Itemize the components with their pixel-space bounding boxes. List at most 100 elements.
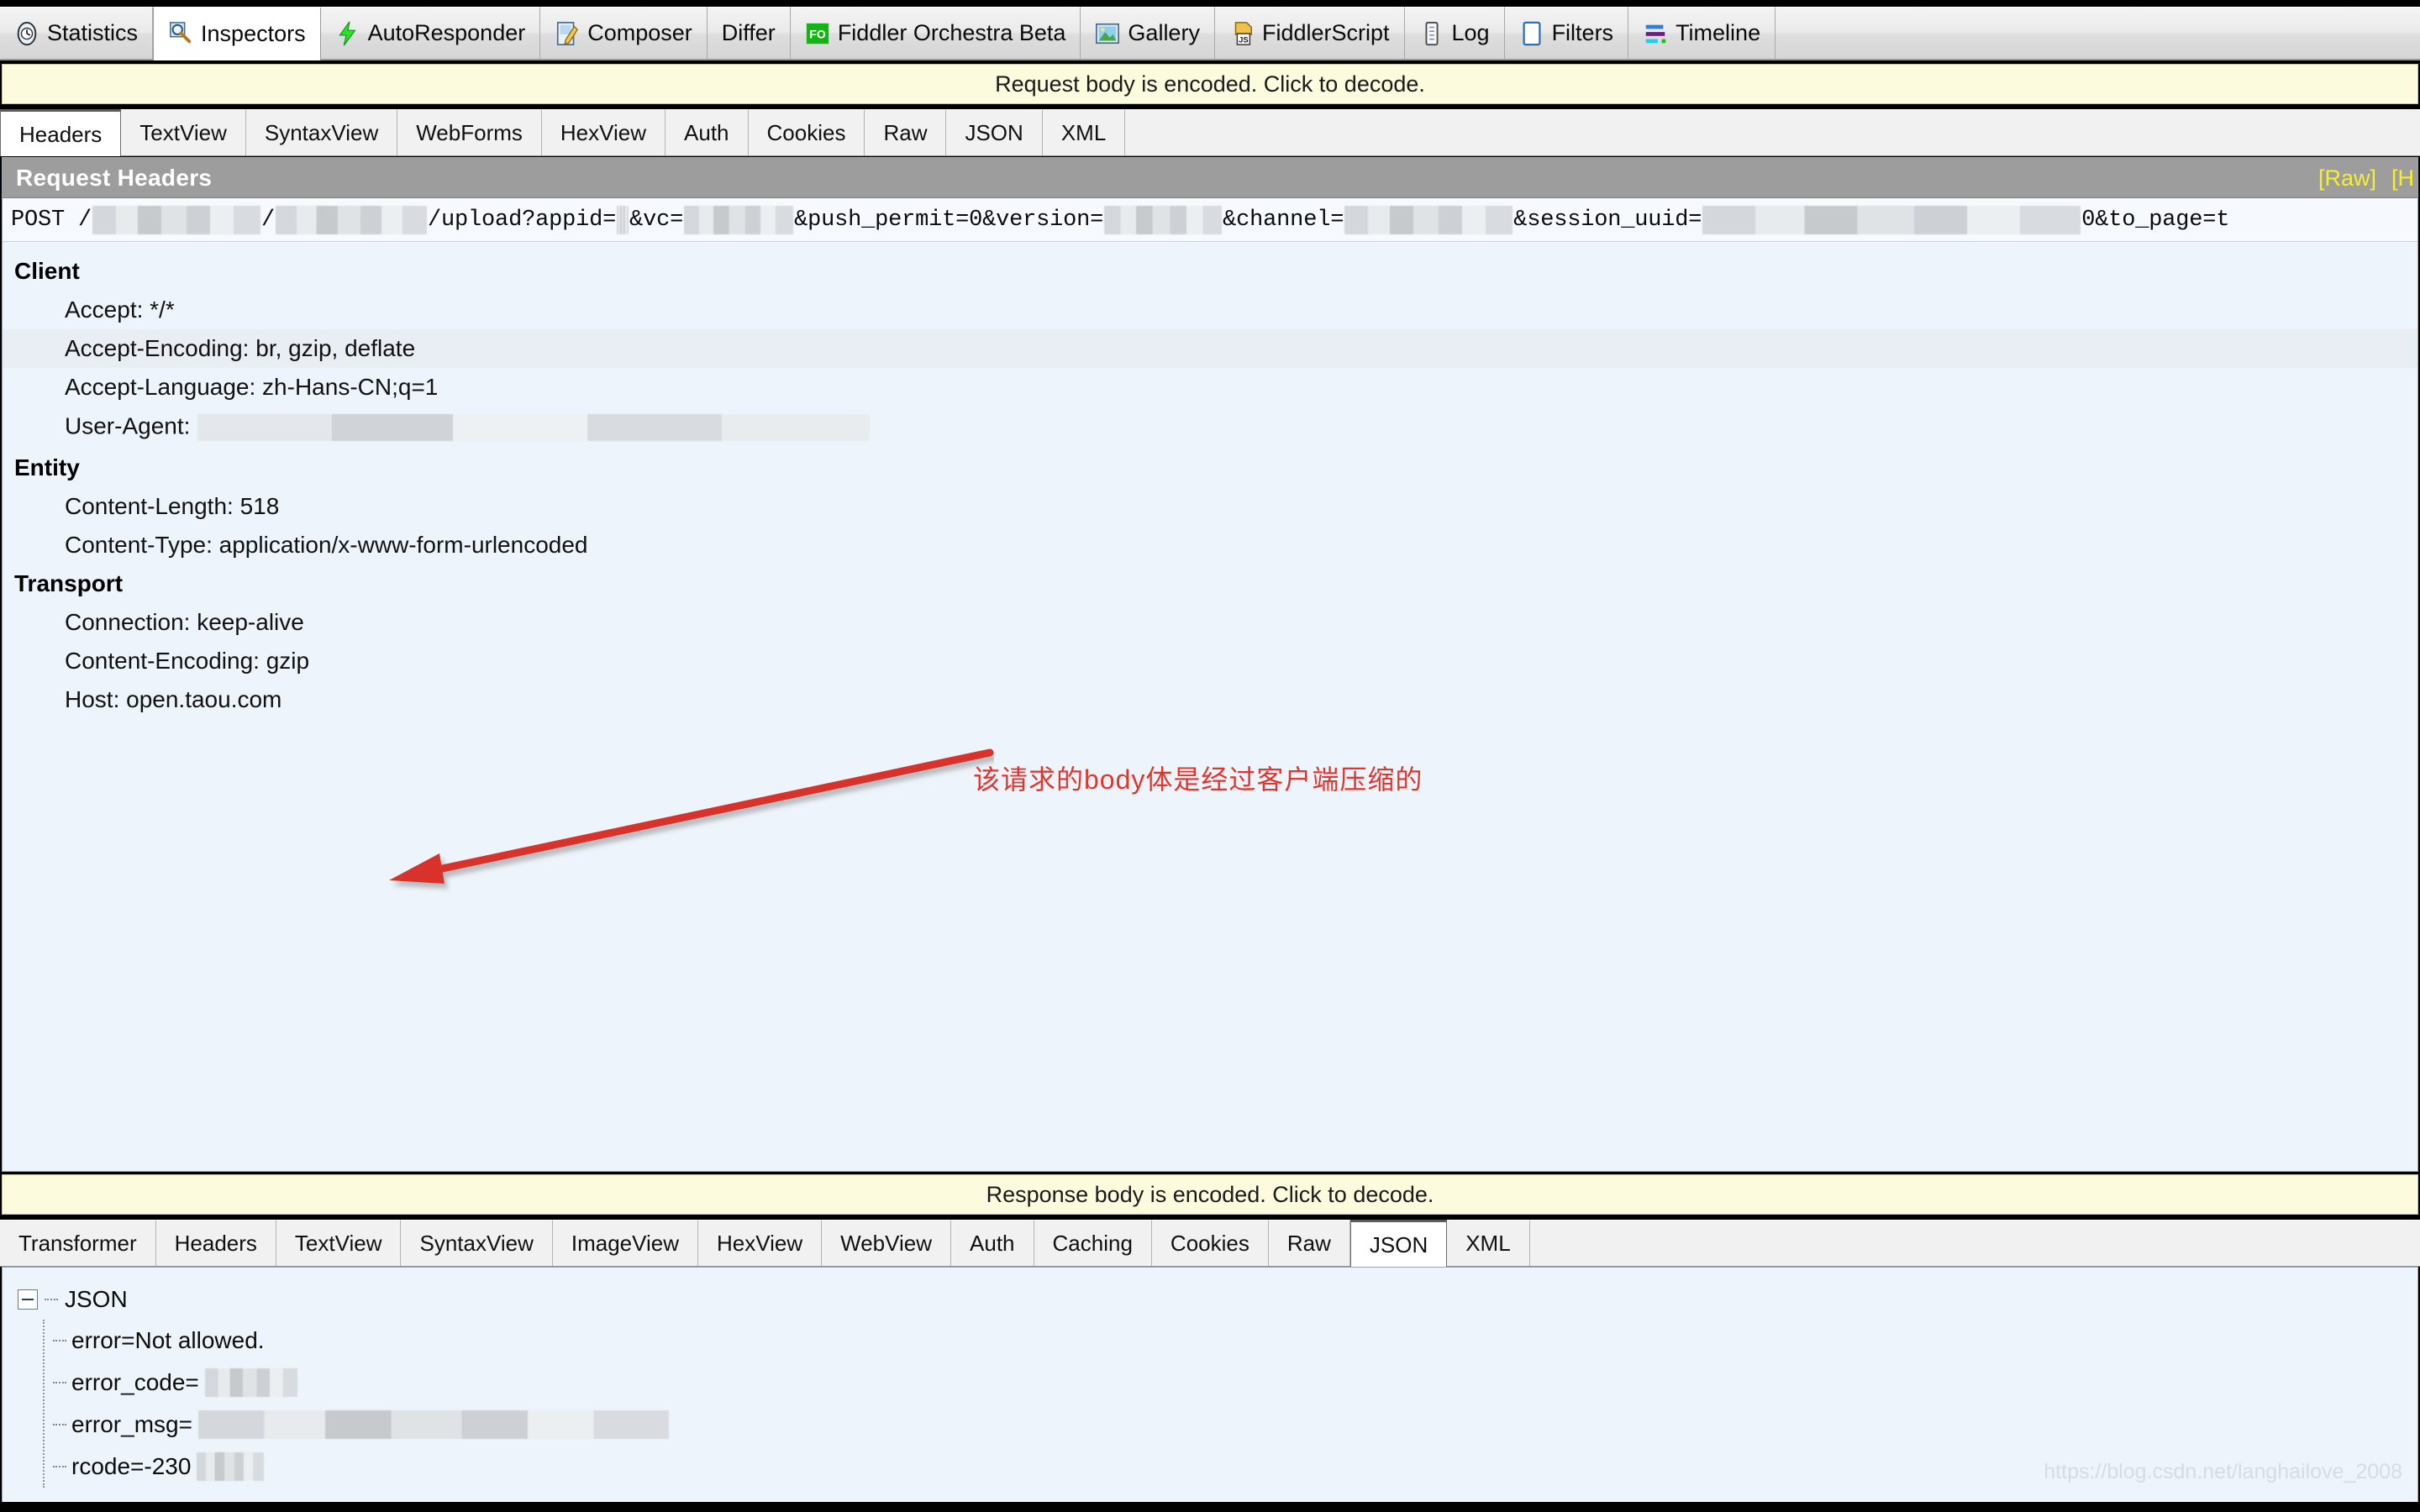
main-tab-label: Filters [1551, 20, 1614, 45]
main-tab-label: Fiddler Orchestra Beta [837, 20, 1066, 45]
request-tab-json[interactable]: JSON [946, 109, 1043, 155]
header-row-text: Connection: keep-alive [65, 609, 304, 635]
json-root-label: JSON [65, 1286, 128, 1312]
url-text-segment: POST / [11, 207, 92, 233]
main-tab-differ[interactable]: Differ [707, 7, 791, 59]
lightning-bolt-icon [338, 21, 356, 45]
response-tab-json[interactable]: JSON [1349, 1220, 1448, 1267]
header-row-text: Content-Type: application/x-www-form-url… [65, 532, 588, 558]
response-tab-textview[interactable]: TextView [276, 1220, 402, 1266]
main-tab-statistics[interactable]: Statistics [0, 7, 154, 59]
main-tab-fiddlerscript[interactable]: JS FiddlerScript [1214, 7, 1405, 59]
main-tab-label: Inspectors [201, 20, 306, 46]
response-tab-webview[interactable]: WebView [822, 1220, 952, 1266]
response-tab-transformer[interactable]: Transformer [0, 1220, 156, 1266]
header-row[interactable]: User-Agent: [3, 407, 2417, 449]
pencil-notepad-icon [557, 21, 579, 45]
main-tab-filters[interactable]: Filters [1504, 7, 1629, 59]
main-tab-label: Differ [721, 20, 776, 45]
request-encoded-notice[interactable]: Request body is encoded. Click to decode… [2, 64, 2418, 104]
header-row-text: Accept-Encoding: br, gzip, deflate [65, 335, 416, 361]
header-row-text: Host: open.taou.com [65, 686, 282, 712]
main-tab-label: Log [1451, 20, 1490, 45]
json-tree-node[interactable]: error_code= [45, 1362, 2417, 1404]
response-tab-caching[interactable]: Caching [1034, 1220, 1152, 1266]
request-tab-raw[interactable]: Raw [865, 109, 947, 155]
annotation-arrow-icon [389, 748, 994, 884]
main-tab-composer[interactable]: Composer [540, 7, 708, 59]
json-child-list: error=Not allowed. error_code= error_msg=r… [43, 1320, 2417, 1488]
collapse-expander-icon[interactable] [18, 1289, 38, 1310]
redacted-mask [276, 205, 428, 234]
request-tab-headers[interactable]: Headers [0, 109, 122, 156]
header-row-text: Content-Encoding: gzip [65, 648, 310, 674]
main-tab-autoresponder[interactable]: AutoResponder [320, 7, 541, 59]
response-tab-cookies[interactable]: Cookies [1151, 1220, 1269, 1266]
response-tab-hexview[interactable]: HexView [698, 1220, 823, 1266]
filter-page-icon [1523, 21, 1541, 45]
main-tab-label: Timeline [1676, 20, 1761, 45]
fiddler-window: Statistics Inspectors AutoResponder Compose… [0, 0, 2420, 1512]
header-group-title-transport: Transport [14, 570, 124, 596]
header-row[interactable]: Accept-Encoding: br, gzip, deflate [3, 329, 2417, 368]
header-row[interactable]: Accept: */* [3, 291, 2417, 329]
json-root-node[interactable]: JSON [18, 1279, 2417, 1320]
header-row-text: Accept-Language: zh-Hans-CN;q=1 [65, 374, 439, 400]
main-tab-label: Gallery [1128, 20, 1200, 45]
url-text-segment: 0&to_page=t [2081, 207, 2230, 233]
url-text-segment: / [261, 207, 276, 233]
headers-link-raw[interactable]: [Raw] [2318, 165, 2376, 192]
annotation-text: 该请求的body体是经过客户端压缩的 [973, 764, 1423, 795]
json-tree-node[interactable]: rcode=-230 [45, 1446, 2417, 1488]
request-tab-syntaxview[interactable]: SyntaxView [245, 109, 398, 155]
request-headers-list: Client Accept: */* Accept-Encoding: br, gz… [3, 242, 2417, 719]
header-row[interactable]: Connection: keep-alive [3, 603, 2417, 642]
main-tab-inspectors[interactable]: Inspectors [153, 7, 321, 60]
response-tab-auth[interactable]: Auth [951, 1220, 1034, 1266]
request-tab-textview[interactable]: TextView [121, 109, 246, 155]
request-tab-xml[interactable]: XML [1042, 109, 1126, 155]
redacted-mask [92, 205, 261, 234]
header-row[interactable]: Content-Type: application/x-www-form-url… [3, 526, 2417, 564]
redacted-mask [1344, 205, 1513, 234]
response-json-panel: JSON error=Not allowed. error_code= error_m… [2, 1267, 2418, 1504]
json-tree: JSON error=Not allowed. error_code= error_m… [3, 1268, 2417, 1488]
response-encoded-notice[interactable]: Response body is encoded. Click to decod… [2, 1174, 2418, 1215]
tree-connector [53, 1382, 66, 1383]
json-tree-node[interactable]: error_msg= [45, 1404, 2417, 1446]
url-text-segment: &push_permit=0&version= [794, 207, 1104, 233]
response-tab-xml[interactable]: XML [1447, 1220, 1530, 1266]
tree-connector [45, 1299, 58, 1300]
request-headers-title: Request Headers [16, 164, 213, 191]
header-row[interactable]: Accept-Language: zh-Hans-CN;q=1 [3, 368, 2417, 407]
response-tab-imageview[interactable]: ImageView [552, 1220, 699, 1266]
main-tab-log[interactable]: Log [1404, 7, 1505, 59]
header-row[interactable]: Content-Encoding: gzip [3, 642, 2417, 680]
header-row[interactable]: Host: open.taou.com [3, 680, 2417, 719]
response-tab-raw[interactable]: Raw [1268, 1220, 1350, 1266]
response-tabstrip-filler [1529, 1220, 2420, 1266]
main-tab-fiddler-orchestra-beta[interactable]: FO Fiddler Orchestra Beta [790, 7, 1081, 59]
svg-text:JS: JS [1239, 35, 1248, 44]
request-tab-cookies[interactable]: Cookies [748, 109, 865, 155]
request-tab-auth[interactable]: Auth [666, 109, 749, 155]
response-inspector-tabstrip: Transformer Headers TextView SyntaxView Imag… [0, 1220, 2420, 1267]
url-text-segment: &channel= [1223, 207, 1344, 233]
header-group-title-client: Client [14, 258, 80, 284]
request-tab-hexview[interactable]: HexView [541, 109, 666, 155]
json-node-label: error=Not allowed. [71, 1327, 265, 1353]
response-tab-syntaxview[interactable]: SyntaxView [401, 1220, 553, 1266]
request-headers-panel: Request Headers [Raw] [H POST / / /upload?a… [2, 157, 2418, 1172]
main-tab-gallery[interactable]: Gallery [1081, 7, 1215, 59]
main-tab-timeline[interactable]: Timeline [1628, 7, 1776, 59]
json-tree-node[interactable]: error=Not allowed. [45, 1320, 2417, 1362]
main-tab-label: Statistics [47, 20, 139, 45]
json-node-label: error_msg= [71, 1411, 192, 1437]
request-tab-webforms[interactable]: WebForms [397, 109, 542, 155]
headers-link-headerdefinitions[interactable]: [H [2391, 165, 2414, 192]
header-row[interactable]: Content-Length: 518 [3, 487, 2417, 526]
response-tab-headers[interactable]: Headers [155, 1220, 276, 1266]
clock-icon [17, 21, 37, 45]
log-page-icon [1425, 21, 1438, 45]
timeline-bars-icon [1645, 24, 1666, 43]
